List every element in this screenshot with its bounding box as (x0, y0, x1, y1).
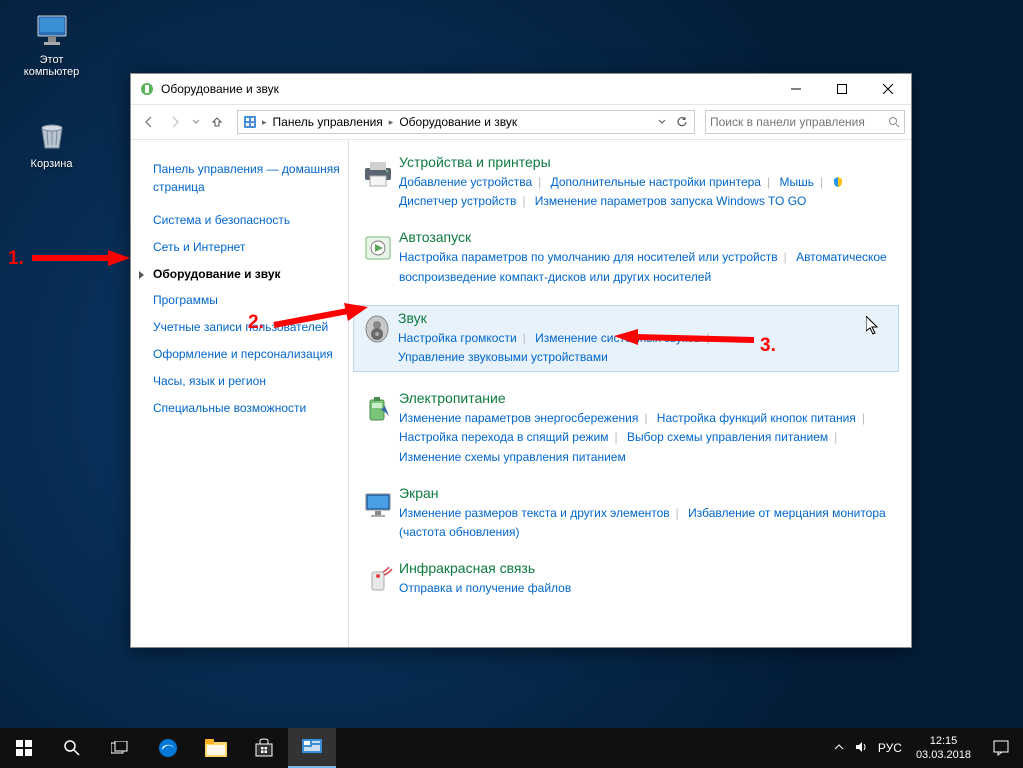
sidebar-item-appearance[interactable]: Оформление и персонализация (153, 346, 340, 363)
address-bar[interactable]: ▸ Панель управления ▸ Оборудование и зву… (237, 110, 695, 134)
mouse-cursor-icon (866, 316, 882, 336)
category-display: Экран Изменение размеров текста и других… (357, 485, 895, 542)
sidebar-item-hardware-sound[interactable]: Оборудование и звук (153, 266, 340, 283)
task-view-button[interactable] (96, 728, 144, 768)
sidebar-item-accessibility[interactable]: Специальные возможности (153, 400, 340, 417)
annotation-1: 1. (8, 248, 24, 270)
back-button[interactable] (137, 110, 161, 134)
maximize-button[interactable] (819, 74, 865, 104)
link[interactable]: Изменение параметров запуска Windows TO … (535, 194, 807, 208)
chevron-right-icon[interactable]: ▸ (260, 117, 269, 128)
category-title[interactable]: Инфракрасная связь (399, 560, 895, 576)
link[interactable]: Изменение схемы управления питанием (399, 450, 626, 464)
sidebar: Панель управления — домашняя страница Си… (131, 140, 349, 647)
annotation-arrow-3 (614, 328, 756, 348)
sidebar-item-clock-language[interactable]: Часы, язык и регион (153, 373, 340, 390)
system-tray[interactable]: РУС (828, 740, 908, 757)
printer-icon (357, 154, 399, 211)
search-input[interactable] (710, 115, 888, 129)
start-button[interactable] (0, 728, 48, 768)
breadcrumb-root[interactable]: Панель управления (269, 115, 387, 129)
shield-icon (832, 175, 844, 187)
desktop-icon-this-pc[interactable]: Этот компьютер (14, 10, 89, 78)
annotation-2: 2. (248, 312, 264, 334)
taskbar-app-control-panel[interactable] (288, 728, 336, 768)
link[interactable]: Мышь (779, 175, 814, 189)
taskbar-time: 12:15 (916, 734, 971, 748)
desktop-icon-label: Корзина (31, 158, 73, 170)
category-title[interactable]: Электропитание (399, 390, 895, 406)
link-sound-devices[interactable]: Управление звуковыми устройствами (398, 350, 608, 364)
search-icon (888, 116, 900, 128)
refresh-button[interactable] (672, 111, 692, 133)
forward-button[interactable] (163, 110, 187, 134)
tray-chevron-up-icon[interactable] (834, 741, 844, 755)
link[interactable]: Добавление устройства (399, 175, 532, 189)
link[interactable]: Настройка параметров по умолчанию для но… (399, 250, 778, 264)
control-panel-window: Оборудование и звук ▸ Панель управления … (130, 73, 912, 648)
trash-icon (32, 114, 72, 154)
desktop-icon-label: Этот компьютер (14, 54, 89, 78)
breadcrumb-current[interactable]: Оборудование и звук (395, 115, 521, 129)
minimize-button[interactable] (773, 74, 819, 104)
link[interactable]: Дополнительные настройки принтера (551, 175, 761, 189)
category-autoplay: Автозапуск Настройка параметров по умолч… (357, 229, 895, 286)
battery-icon (357, 390, 399, 467)
main-panel: Устройства и принтеры Добавление устройс… (349, 140, 911, 647)
search-button[interactable] (48, 728, 96, 768)
taskbar-app-store[interactable] (240, 728, 288, 768)
category-title[interactable]: Автозапуск (399, 229, 895, 245)
navigation-bar: ▸ Панель управления ▸ Оборудование и зву… (131, 104, 911, 140)
category-power: Электропитание Изменение параметров энер… (357, 390, 895, 467)
link[interactable]: Изменение параметров энергосбережения (399, 411, 638, 425)
annotation-arrow-2 (272, 303, 368, 331)
annotation-arrow-1 (30, 248, 130, 268)
taskbar-clock[interactable]: 12:15 03.03.2018 (908, 734, 979, 763)
titlebar[interactable]: Оборудование и звук (131, 74, 911, 104)
address-dropdown-button[interactable] (652, 111, 672, 133)
tray-volume-icon[interactable] (854, 740, 868, 757)
window-icon (139, 81, 155, 97)
autoplay-icon (357, 229, 399, 286)
link[interactable]: Настройка перехода в спящий режим (399, 430, 608, 444)
search-box[interactable] (705, 110, 905, 134)
window-title: Оборудование и звук (161, 82, 279, 96)
infrared-icon (357, 560, 399, 598)
taskbar-app-explorer[interactable] (192, 728, 240, 768)
link[interactable]: Настройка функций кнопок питания (657, 411, 856, 425)
link[interactable]: Изменение размеров текста и других элеме… (399, 506, 670, 520)
category-title[interactable]: Звук (398, 310, 896, 326)
close-button[interactable] (865, 74, 911, 104)
monitor-icon (357, 485, 399, 542)
link[interactable]: Диспетчер устройств (399, 194, 516, 208)
taskbar-app-edge[interactable] (144, 728, 192, 768)
sidebar-home[interactable]: Панель управления — домашняя страница (153, 160, 340, 196)
sidebar-item-network[interactable]: Сеть и Интернет (153, 239, 340, 256)
monitor-icon (32, 10, 72, 50)
category-title[interactable]: Экран (399, 485, 895, 501)
category-infrared: Инфракрасная связь Отправка и получение … (357, 560, 895, 598)
link[interactable]: Настройка громкости (398, 331, 517, 345)
up-button[interactable] (205, 110, 229, 134)
category-title[interactable]: Устройства и принтеры (399, 154, 895, 170)
recent-button[interactable] (189, 110, 203, 134)
taskbar-date: 03.03.2018 (916, 748, 971, 762)
category-devices-printers: Устройства и принтеры Добавление устройс… (357, 154, 895, 211)
link[interactable]: Выбор схемы управления питанием (627, 430, 828, 444)
chevron-right-icon[interactable]: ▸ (387, 117, 396, 128)
tray-language[interactable]: РУС (878, 741, 902, 755)
link[interactable]: Отправка и получение файлов (399, 581, 571, 595)
desktop-icon-recycle-bin[interactable]: Корзина (14, 114, 89, 170)
sidebar-item-system[interactable]: Система и безопасность (153, 212, 340, 229)
control-panel-icon (242, 114, 258, 130)
annotation-3: 3. (760, 335, 776, 357)
action-center-button[interactable] (979, 728, 1023, 768)
taskbar: РУС 12:15 03.03.2018 (0, 728, 1023, 768)
